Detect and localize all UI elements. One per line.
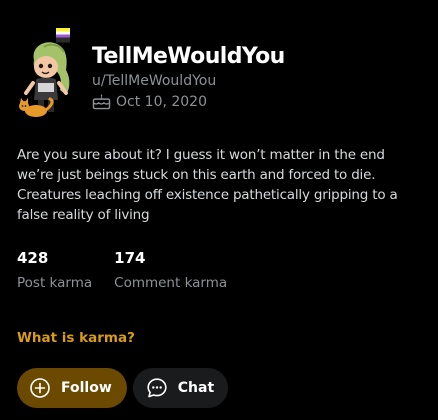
post-karma-value: 428	[17, 249, 49, 267]
profile-bio: Are you sure about it? I guess it won’t …	[17, 147, 398, 223]
chat-button-label: Chat	[177, 380, 215, 396]
karma-stats: 428 Post karma 174 Comment karma	[17, 248, 227, 292]
profile-card: TellMeWouldYou u/TellMeWouldYou Oct 10, …	[0, 0, 438, 420]
post-karma-label: Post karma	[17, 275, 93, 291]
display-name: TellMeWouldYou	[92, 44, 285, 69]
post-karma: 428 Post karma	[17, 248, 92, 292]
snoo-avatar[interactable]	[16, 25, 76, 120]
follow-button-label: Follow	[61, 380, 112, 396]
comment-karma-label: Comment karma	[114, 275, 228, 291]
what-is-karma-link[interactable]: What is karma?	[17, 330, 135, 346]
profile-actions: Follow Chat	[17, 368, 229, 408]
username-handle: u/TellMeWouldYou	[92, 73, 217, 89]
comment-karma-value: 174	[114, 249, 146, 267]
cake-day-date: Oct 10, 2020	[116, 93, 207, 110]
chat-bubble-icon	[147, 378, 167, 398]
plus-circle-icon	[30, 378, 50, 398]
avatar-image	[19, 28, 70, 117]
cake-icon	[92, 93, 111, 110]
follow-button[interactable]: Follow	[17, 368, 127, 408]
chat-button[interactable]: Chat	[132, 368, 229, 408]
comment-karma: 174 Comment karma	[114, 248, 227, 292]
cake-day: Oct 10, 2020	[92, 93, 207, 110]
